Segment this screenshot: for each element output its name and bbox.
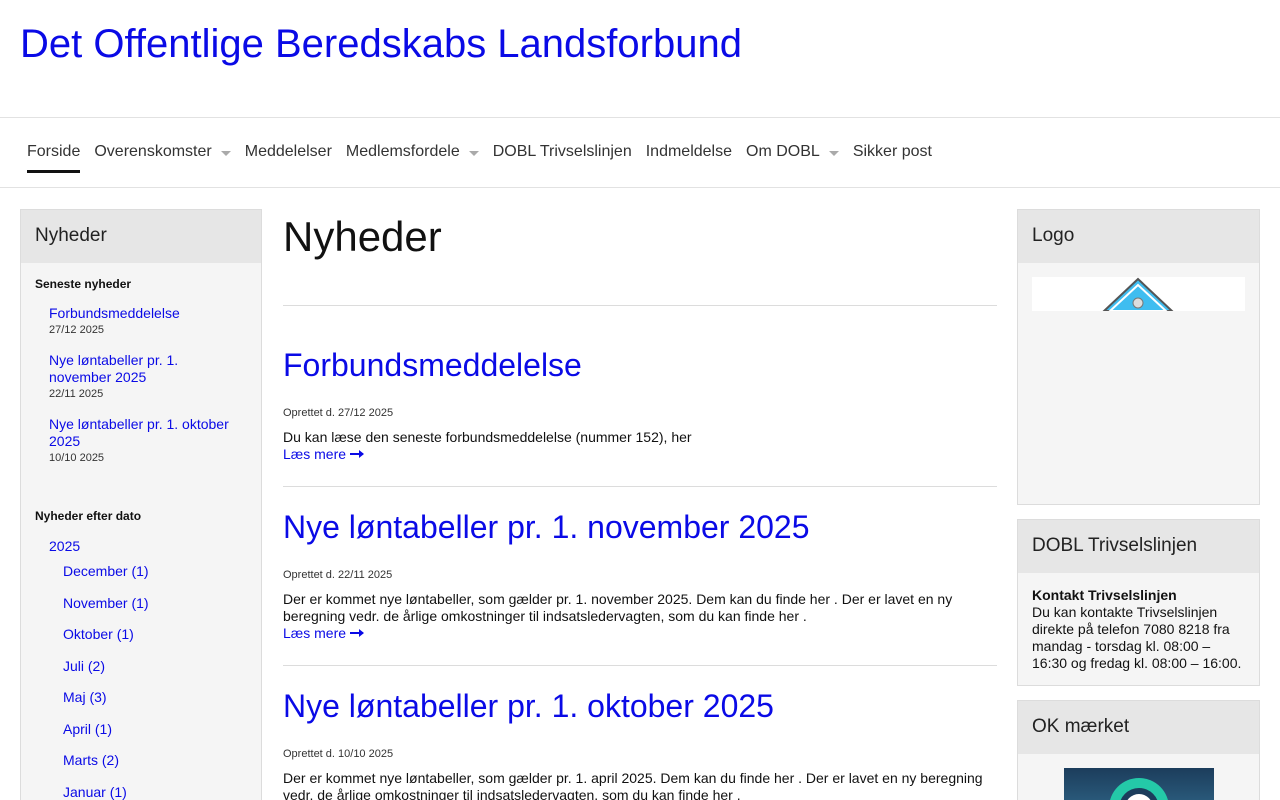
nav-sikker-post-label: Sikker post bbox=[852, 143, 932, 160]
list-item: Forbundsmeddelelse 27/12 2025 bbox=[49, 305, 243, 336]
nav-meddelelser-label: Meddelelser bbox=[244, 143, 332, 160]
nav-overenskomster-label: Overenskomster bbox=[94, 143, 212, 160]
nav-indmeldelse[interactable]: Indmeldelse bbox=[646, 142, 732, 162]
page-title: Nyheder bbox=[283, 213, 442, 260]
trivsel-title: Kontakt Trivselslinjen bbox=[1032, 587, 1177, 603]
list-item: Nye løntabeller pr. 1. november 2025 22/… bbox=[49, 352, 243, 400]
read-more-label: Læs mere bbox=[283, 625, 347, 641]
month-link[interactable]: Marts (2) bbox=[63, 752, 261, 784]
site-title[interactable]: Det Offentlige Beredskabs Landsforbund bbox=[20, 22, 742, 67]
nav-sikker-post[interactable]: Sikker post bbox=[853, 142, 932, 162]
ok-badge-image bbox=[1064, 768, 1214, 800]
nav-overenskomster[interactable]: Overenskomster bbox=[94, 142, 231, 162]
article-meta: Oprettet d. 27/12 2025 bbox=[283, 407, 394, 419]
nav-meddelelser[interactable]: Meddelelser bbox=[245, 142, 332, 162]
logo-panel: Logo bbox=[1017, 209, 1260, 505]
list-item: Nye løntabeller pr. 1. oktober 2025 10/1… bbox=[49, 416, 243, 464]
year-link-2025[interactable]: 2025 bbox=[49, 538, 261, 563]
read-more-link[interactable]: Læs mere bbox=[283, 625, 365, 641]
news-article: Nye løntabeller pr. 1. oktober 2025 Opre… bbox=[283, 686, 997, 800]
ok-panel: OK mærket bbox=[1017, 700, 1260, 800]
article-meta: Oprettet d. 10/10 2025 bbox=[283, 748, 394, 760]
nav-forside[interactable]: Forside bbox=[27, 142, 81, 173]
news-article: Forbundsmeddelelse Oprettet d. 27/12 202… bbox=[283, 345, 997, 464]
arrow-right-icon bbox=[350, 450, 365, 458]
nav-trivselslinjen[interactable]: DOBL Trivselslinjen bbox=[493, 142, 632, 162]
month-link[interactable]: Januar (1) bbox=[63, 784, 261, 800]
article-body: Der er kommet nye løntabeller, som gælde… bbox=[283, 591, 953, 624]
nav-om-dobl-label: Om DOBL bbox=[746, 143, 820, 160]
article-title[interactable]: Nye løntabeller pr. 1. oktober 2025 bbox=[283, 686, 997, 726]
month-link[interactable]: Juli (2) bbox=[63, 658, 261, 690]
article-meta: Oprettet d. 22/11 2025 bbox=[283, 569, 393, 581]
chevron-down-icon bbox=[220, 150, 231, 156]
arrow-right-icon bbox=[350, 629, 365, 637]
month-link[interactable]: November (1) bbox=[63, 595, 261, 627]
nav-trivselslinjen-label: DOBL Trivselslinjen bbox=[492, 143, 632, 160]
logo-panel-heading: Logo bbox=[1018, 210, 1259, 263]
news-article: Nye løntabeller pr. 1. november 2025 Opr… bbox=[283, 507, 997, 643]
article-body: Der er kommet nye løntabeller, som gælde… bbox=[283, 770, 983, 800]
read-more-link[interactable]: Læs mere bbox=[283, 446, 365, 462]
read-more-label: Læs mere bbox=[283, 446, 347, 462]
news-sidebar-heading: Nyheder bbox=[21, 210, 261, 263]
chevron-down-icon bbox=[468, 150, 479, 156]
news-link[interactable]: Nye løntabeller pr. 1. november 2025 bbox=[49, 352, 243, 386]
divider bbox=[283, 665, 997, 666]
trivsel-panel: DOBL Trivselslinjen Kontakt Trivselslinj… bbox=[1017, 519, 1260, 686]
nav-forside-label: Forside bbox=[27, 143, 81, 160]
trivsel-text: Du kan kontakte Trivselslinjen direkte p… bbox=[1032, 604, 1242, 671]
article-title[interactable]: Forbundsmeddelelse bbox=[283, 345, 997, 385]
divider bbox=[283, 486, 997, 487]
ok-panel-heading: OK mærket bbox=[1018, 701, 1259, 754]
nav-indmeldelse-label: Indmeldelse bbox=[645, 143, 733, 160]
month-link[interactable]: Oktober (1) bbox=[63, 626, 261, 658]
nav-om-dobl[interactable]: Om DOBL bbox=[746, 142, 839, 162]
divider bbox=[283, 305, 997, 306]
main-content: Nyheder Forbundsmeddelelse Oprettet d. 2… bbox=[283, 209, 997, 800]
nav-medlemsfordele-label: Medlemsfordele bbox=[345, 143, 460, 160]
latest-news-label: Seneste nyheder bbox=[35, 277, 132, 291]
news-date: 10/10 2025 bbox=[49, 452, 105, 464]
news-sidebar: Nyheder Seneste nyheder Forbundsmeddelel… bbox=[20, 209, 262, 800]
chevron-down-icon bbox=[828, 150, 839, 156]
month-link[interactable]: December (1) bbox=[63, 563, 261, 595]
news-date: 22/11 2025 bbox=[49, 388, 104, 400]
news-link[interactable]: Nye løntabeller pr. 1. oktober 2025 bbox=[49, 416, 243, 450]
trivsel-panel-heading: DOBL Trivselslinjen bbox=[1018, 520, 1259, 573]
nav-medlemsfordele[interactable]: Medlemsfordele bbox=[346, 142, 479, 162]
news-date: 27/12 2025 bbox=[49, 324, 105, 336]
news-by-date-label: Nyheder efter dato bbox=[35, 509, 142, 523]
news-link[interactable]: Forbundsmeddelelse bbox=[49, 305, 243, 322]
month-link[interactable]: April (1) bbox=[63, 721, 261, 753]
logo-image bbox=[1032, 277, 1245, 311]
article-title[interactable]: Nye løntabeller pr. 1. november 2025 bbox=[283, 507, 997, 547]
month-link[interactable]: Maj (3) bbox=[63, 689, 261, 721]
article-body: Du kan læse den seneste forbundsmeddelel… bbox=[283, 429, 692, 445]
main-nav: Forside Overenskomster Meddelelser Medle… bbox=[0, 117, 1280, 188]
